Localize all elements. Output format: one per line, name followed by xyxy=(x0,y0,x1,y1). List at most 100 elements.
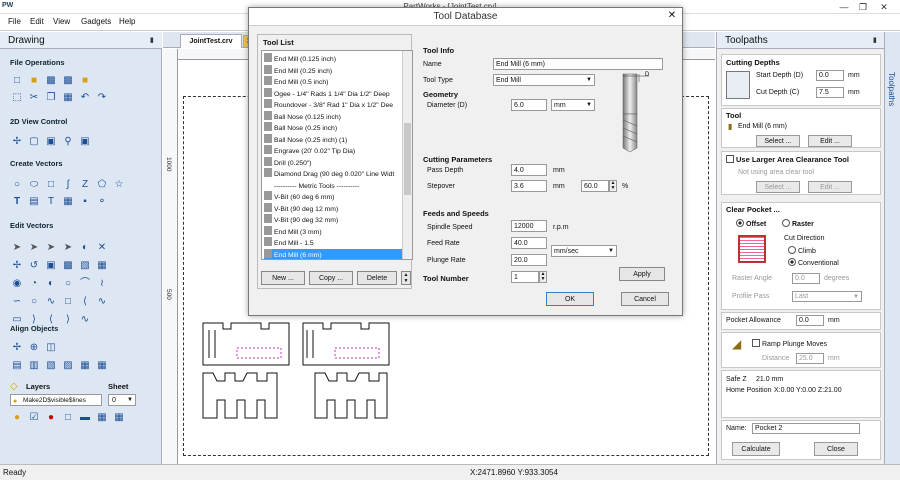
align-v-center-icon[interactable]: ◫ xyxy=(44,341,58,354)
transform-icon[interactable]: ➤ xyxy=(44,241,58,254)
minimize-icon[interactable]: — xyxy=(836,1,852,13)
align-center-icon[interactable]: ✢ xyxy=(10,341,24,354)
polyline-icon[interactable]: ∫ xyxy=(61,178,75,191)
pass-depth-input[interactable]: 4.0 xyxy=(511,164,547,176)
tool-list[interactable]: End Mill (0.125 inch) End Mill (0.25 inch… xyxy=(261,50,413,260)
zigzag-icon[interactable]: Z xyxy=(78,178,92,191)
radius-icon[interactable]: ⟩ xyxy=(61,313,75,326)
align-top-icon[interactable]: ▧ xyxy=(44,359,58,372)
tool-edit-button[interactable]: Edit ... xyxy=(808,135,852,147)
toolpaths-side-tab[interactable]: Toolpaths xyxy=(884,32,900,464)
select-icon[interactable]: ⬚ xyxy=(10,91,24,104)
polygon-icon[interactable]: ⬠ xyxy=(95,178,109,191)
weld-icon[interactable]: ◉ xyxy=(10,277,24,290)
tool-list-item[interactable]: Ball Nose (0.125 inch) xyxy=(264,110,404,122)
pin-icon[interactable]: ▮ xyxy=(873,36,877,44)
climb-radio[interactable]: Climb xyxy=(788,246,816,255)
parts-drawing[interactable] xyxy=(195,318,395,428)
layer-props-icon[interactable]: ▦ xyxy=(95,411,109,424)
tool-list-item[interactable]: ---------- Metric Tools ---------- xyxy=(264,180,404,191)
rectangle-icon[interactable]: □ xyxy=(44,178,58,191)
text-on-curve-icon[interactable]: T xyxy=(44,195,58,208)
toolpath-name-input[interactable]: Pocket 2 xyxy=(752,423,860,434)
tool-list-item[interactable]: V-Bit (90 deg 12 mm) xyxy=(264,202,404,214)
conventional-radio[interactable]: Conventional xyxy=(788,258,839,267)
new-tool-button[interactable]: New ... xyxy=(261,271,305,285)
distribute-h-icon[interactable]: ▦ xyxy=(78,359,92,372)
node-icon[interactable]: ⚬ xyxy=(95,195,109,208)
ok-button[interactable]: OK xyxy=(546,292,594,306)
save-as-icon[interactable]: ▩ xyxy=(61,74,75,87)
sheet-dropdown[interactable]: 0 ▼ xyxy=(108,394,136,406)
stepover-percent-input[interactable]: 60.0 xyxy=(581,180,609,192)
menu-file[interactable]: File xyxy=(8,17,21,26)
tool-list-item[interactable]: End Mill (0.125 inch) xyxy=(264,53,404,64)
raster-radio[interactable]: Raster xyxy=(782,219,814,228)
rate-unit-dropdown[interactable]: mm/sec ▼ xyxy=(551,245,617,257)
redo-icon[interactable]: ↷ xyxy=(95,91,109,104)
join-icon[interactable]: ∽ xyxy=(10,295,24,308)
mirror-icon[interactable]: ◐ xyxy=(78,241,92,254)
pan-icon[interactable]: ✢ xyxy=(10,135,24,148)
menu-edit[interactable]: Edit xyxy=(30,17,44,26)
close-button[interactable]: Close xyxy=(814,442,858,456)
subtract-icon[interactable]: ◔ xyxy=(27,277,41,290)
area-select-button[interactable]: Select ... xyxy=(756,181,800,193)
open-folder-icon[interactable]: ■ xyxy=(27,74,41,87)
tool-list-item[interactable]: Drill (0.250") xyxy=(264,156,404,168)
profile-pass-dropdown[interactable]: Last ▼ xyxy=(792,291,862,302)
select-tool-icon[interactable]: ➤ xyxy=(10,241,24,254)
import-icon[interactable]: ■ xyxy=(78,74,92,87)
close-icon[interactable]: ✕ xyxy=(876,1,892,13)
tool-list-item[interactable]: End Mill (6 mm) xyxy=(264,248,404,259)
color-icon[interactable]: ● xyxy=(44,411,58,424)
bulb-icon[interactable]: ● xyxy=(10,411,24,424)
image-icon[interactable]: ▦ xyxy=(61,195,75,208)
move-icon[interactable]: ✢ xyxy=(10,259,24,272)
text-icon[interactable]: T xyxy=(10,195,24,208)
smooth-icon[interactable]: ∿ xyxy=(44,295,58,308)
tool-number-input[interactable]: 1 xyxy=(511,271,539,283)
tool-list-item[interactable]: Engrave (20' 0.02" Tip Dia) xyxy=(264,145,404,156)
zoom-icon[interactable]: ⚲ xyxy=(61,135,75,148)
layer-manager-icon[interactable]: ▦ xyxy=(112,411,126,424)
feed-rate-input[interactable]: 40.0 xyxy=(511,237,547,249)
zoom-box-icon[interactable]: ▢ xyxy=(27,135,41,148)
area-edit-button[interactable]: Edit ... xyxy=(808,181,852,193)
spindle-speed-input[interactable]: 12000 xyxy=(511,220,547,232)
start-depth-input[interactable]: 0.0 xyxy=(816,70,844,81)
nest-icon[interactable]: ▦ xyxy=(95,259,109,272)
menu-gadgets[interactable]: Gadgets xyxy=(81,17,111,26)
calculate-button[interactable]: Calculate xyxy=(732,442,780,456)
align-bottom-icon[interactable]: ▨ xyxy=(61,359,75,372)
white-square-icon[interactable]: □ xyxy=(61,411,75,424)
curve-icon[interactable]: ≀ xyxy=(95,277,109,290)
tool-list-item[interactable]: End Mill - 1.5 xyxy=(264,237,404,248)
tool-list-item[interactable]: End Mill (3 mm) xyxy=(264,225,404,237)
trim-icon[interactable]: ✕ xyxy=(95,241,109,254)
diameter-unit-dropdown[interactable]: mm ▼ xyxy=(551,99,595,111)
menu-help[interactable]: Help xyxy=(119,17,135,26)
offset-radio[interactable]: Offset xyxy=(736,219,766,228)
cancel-button[interactable]: Cancel xyxy=(621,292,669,306)
rotate-icon[interactable]: ↺ xyxy=(27,259,41,272)
undo-icon[interactable]: ↶ xyxy=(78,91,92,104)
ellipse-icon[interactable]: ⬭ xyxy=(27,178,41,191)
boundary-icon[interactable]: □ xyxy=(61,295,75,308)
tool-list-item[interactable]: Ball Nose (0.25 inch) (1) xyxy=(264,133,404,145)
tool-list-item[interactable]: End Mill (0.5 inch) xyxy=(264,76,404,87)
pin-icon[interactable]: ▮ xyxy=(150,36,154,44)
tool-type-dropdown[interactable]: End Mill ▼ xyxy=(493,74,595,86)
tool-list-item[interactable]: Diamond Drag (90 deg 0.020" Line Widt xyxy=(264,168,404,179)
tool-name-input[interactable]: End Mill (6 mm) xyxy=(493,58,663,70)
zoom-selected-icon[interactable]: ▣ xyxy=(78,135,92,148)
pocket-allowance-input[interactable]: 0.0 xyxy=(796,315,824,326)
larger-clearance-checkbox[interactable]: Use Larger Area Clearance Tool xyxy=(726,155,849,164)
cut-icon[interactable]: ✂ xyxy=(27,91,41,104)
tool-list-item[interactable]: Roundover - 3/8" Rad 1" Dia x 1/2" Dee xyxy=(264,99,404,110)
document-tab[interactable]: JointTest.crv xyxy=(180,34,242,48)
black-color-icon[interactable]: ▬ xyxy=(78,411,92,424)
apply-button[interactable]: Apply xyxy=(619,267,665,281)
tool-list-item[interactable]: Ogee - 1/4" Rads 1 1/4" Dia 1/2" Deep xyxy=(264,87,404,99)
distribute-v-icon[interactable]: ▦ xyxy=(95,359,109,372)
